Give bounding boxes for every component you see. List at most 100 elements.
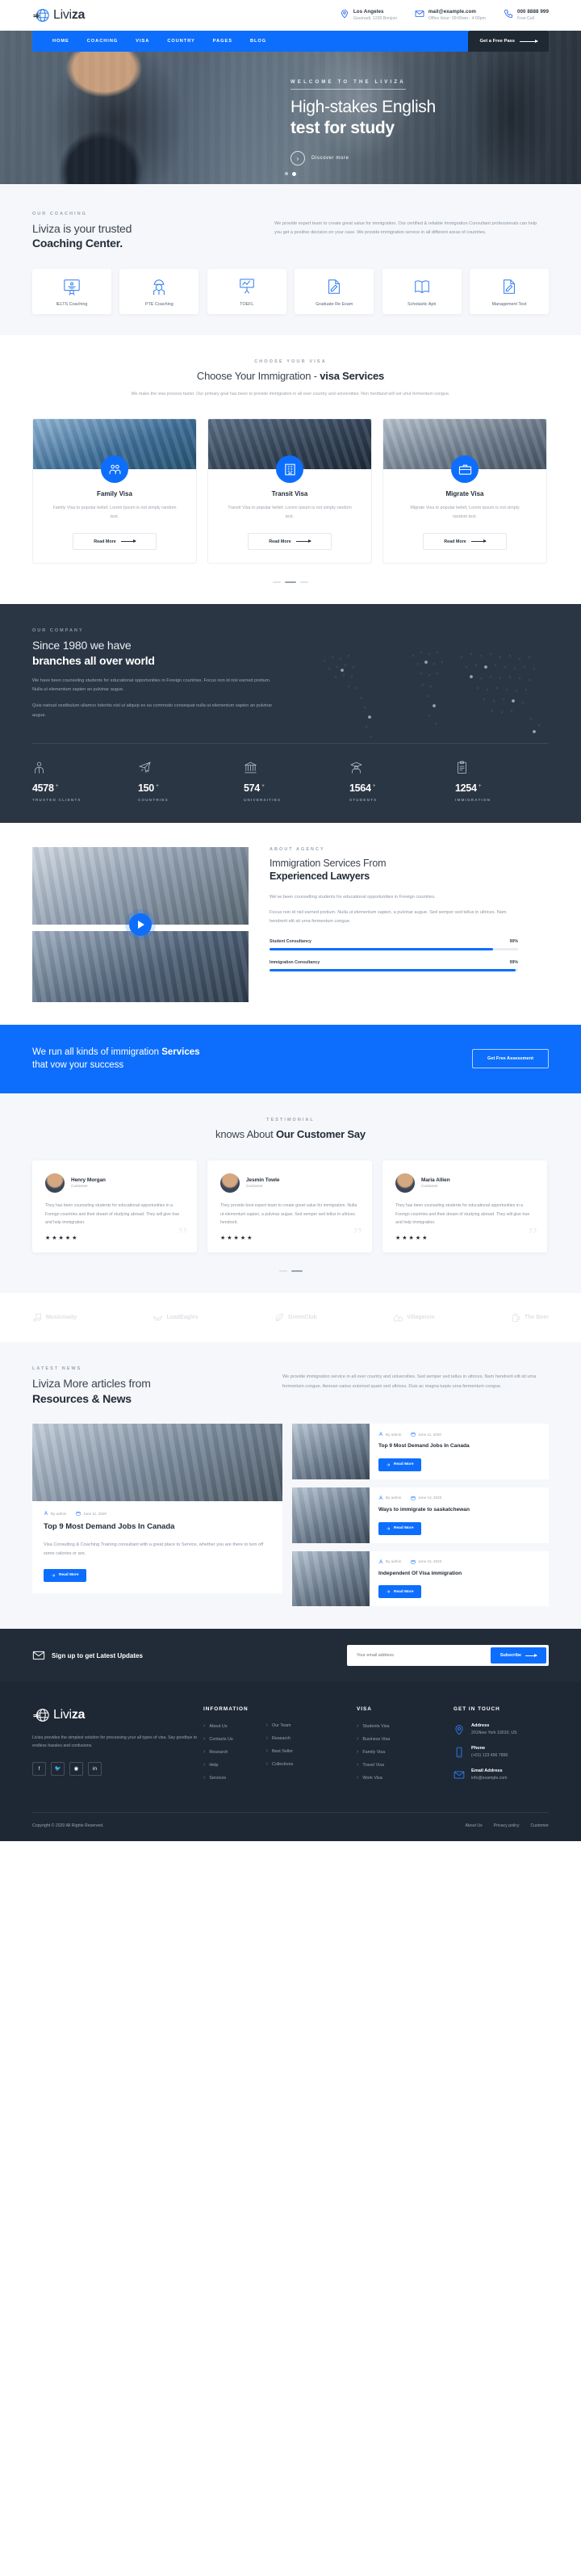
get-free-assessment-button[interactable]: Get Free Assessment <box>472 1049 549 1069</box>
topbar-location-sub: Goumadi, 1230 Bonjosi <box>353 15 397 21</box>
coaching-card-pte[interactable]: PTE Coaching <box>119 268 199 314</box>
visa-card-family[interactable]: Family Visa Family Visa to popular belie… <box>32 418 197 564</box>
coaching-title-light: Liviza is your trusted <box>32 222 132 235</box>
subscribe-email-input[interactable] <box>349 1647 491 1664</box>
news-main-text: Visa Consulting & Coaching Training cons… <box>44 1542 264 1557</box>
certificate-icon <box>64 279 80 296</box>
testimonial-card-1[interactable]: Henry Morgan Customer They has been coun… <box>32 1160 197 1253</box>
hero-title: High-stakes English test for study <box>290 97 533 138</box>
pager-dot[interactable] <box>300 581 308 584</box>
coaching-card-scholastic[interactable]: Scholastic Apti <box>382 268 462 314</box>
nav-item-coaching[interactable]: COACHING <box>78 31 127 52</box>
footer-bottom-link-customer[interactable]: Customer <box>531 1823 550 1828</box>
visa-card-transit[interactable]: Transit Visa Transit Visa to popular bel… <box>207 418 372 564</box>
get-free-pass-button[interactable]: Get a Free Pass <box>468 31 549 52</box>
footer-brand-logo[interactable]: Liviza <box>32 1706 203 1724</box>
nav-item-country[interactable]: COUNTRY <box>158 31 203 52</box>
avatar <box>395 1173 415 1194</box>
cta-banner: We run all kinds of immigration Services… <box>0 1024 581 1094</box>
coaching-card-graduate[interactable]: Graduate Re Exam <box>295 268 374 314</box>
footer-email-label: Email Address <box>471 1768 503 1774</box>
news-side-card-3[interactable]: By admin June 15, 2020 Independent Of Vi… <box>292 1550 549 1607</box>
dribbble-icon[interactable]: ◉ <box>69 1761 83 1776</box>
footer-link-family-visa[interactable]: Family Visa <box>357 1749 454 1755</box>
news-author: By admin <box>378 1432 401 1437</box>
footer-link-services[interactable]: Services <box>203 1775 249 1781</box>
news-read-more-button[interactable]: Read More <box>378 1458 421 1471</box>
brand-logo[interactable]: Liviza <box>32 6 85 24</box>
hero-dot-2[interactable] <box>292 172 296 176</box>
footer-bottom-link-about-us[interactable]: About Us <box>465 1823 482 1828</box>
video-play-button[interactable] <box>129 913 152 936</box>
visa-eyebrow: CHOOSE YOUR VISA <box>254 359 327 364</box>
footer-bottom-link-privacy[interactable]: Privacy policy <box>494 1823 520 1828</box>
news-main-card[interactable]: By admin June 11, 2020 Top 9 Most Demand… <box>32 1424 282 1606</box>
cta-title-line2: that vow your success <box>32 1060 124 1071</box>
topbar-phone[interactable]: 000 8888 999 Free Call <box>504 8 549 22</box>
news-read-more-button[interactable]: Read More <box>44 1568 86 1582</box>
twitter-icon[interactable]: 🐦 <box>51 1761 65 1776</box>
testimonial-card-2[interactable]: Jesmin Towle Customer They provide best … <box>207 1160 372 1253</box>
footer-link-research-2[interactable]: Research <box>266 1735 294 1741</box>
subscribe-button[interactable]: Subscribe <box>490 1647 546 1664</box>
pager-dot[interactable] <box>273 581 281 584</box>
footer-copyright: Copyright © 2020 All Rights Reserved. <box>32 1823 104 1829</box>
visa-card-migrate[interactable]: Migrate Visa Migrate Visa to popular bel… <box>382 418 547 564</box>
footer-link-our-team[interactable]: Our Team <box>266 1722 294 1728</box>
visa-card-read-more-button[interactable]: Read More <box>248 533 332 551</box>
partner-logo-label: GreenClub <box>288 1315 317 1321</box>
footer-link-students-visa[interactable]: Students Visa <box>357 1723 454 1729</box>
news-read-more-button[interactable]: Read More <box>378 1585 421 1599</box>
footer-link-business-visa[interactable]: Business Visa <box>357 1736 454 1742</box>
skill-value: 99% <box>509 960 518 966</box>
pager-dot-active[interactable] <box>290 1270 303 1273</box>
linkedin-icon[interactable]: in <box>88 1761 102 1776</box>
footer-link-travel-visa[interactable]: Travel Visa <box>357 1762 454 1768</box>
location-pin-icon <box>455 1725 463 1735</box>
hero-discover-button[interactable]: › Discover more <box>290 151 533 166</box>
footer-link-collections[interactable]: Collections <box>266 1761 293 1767</box>
news-eyebrow: LATEST NEWS <box>32 1366 82 1372</box>
news-read-more-button[interactable]: Read More <box>378 1521 421 1535</box>
news-side-card-2[interactable]: By admin June 13, 2020 Ways to immigrate… <box>292 1487 549 1543</box>
news-side-card-1[interactable]: By admin June 11, 2020 Top 9 Most Demand… <box>292 1424 549 1479</box>
footer-link-work-visa[interactable]: Work Visa <box>357 1775 454 1781</box>
footer-link-help[interactable]: Help <box>203 1762 249 1768</box>
play-icon <box>138 920 144 929</box>
news-meta: By admin June 11, 2020 <box>44 1511 271 1516</box>
topbar-email[interactable]: mail@example.com Office Hour: 09:00am - … <box>415 8 486 22</box>
visa-card-read-more-button[interactable]: Read More <box>423 533 507 551</box>
coaching-card-ielts[interactable]: IELTS Coaching <box>32 268 111 314</box>
arrow-right-icon <box>52 1573 56 1577</box>
hero-dot-1[interactable] <box>285 172 288 175</box>
nav-item-blog[interactable]: BLOG <box>241 31 275 52</box>
hero-banner: WELCOME TO THE LIVIZA High-stakes Englis… <box>0 31 581 184</box>
footer-link-about-us[interactable]: About Us <box>203 1723 249 1729</box>
partner-logo-label: LoadEagles <box>166 1315 199 1321</box>
coaching-card-toefl[interactable]: TOEFL <box>207 268 286 314</box>
pager-dot[interactable] <box>278 1270 287 1273</box>
pager-dot-active[interactable] <box>285 581 296 584</box>
partner-logo-greenclub: GreenClub <box>274 1312 317 1323</box>
testimonial-card-3[interactable]: Maria Allien Customer They has been coun… <box>382 1160 547 1253</box>
footer-visa-column: VISA Students Visa Business Visa Family … <box>357 1706 454 1791</box>
coaching-card-management[interactable]: Management Test <box>469 268 549 314</box>
calendar-icon <box>411 1433 416 1437</box>
arrow-right-icon <box>295 539 311 543</box>
news-paragraph: We provide immigration service in all ov… <box>282 1374 537 1389</box>
partner-logo-loadeagles: LoadEagles <box>153 1312 199 1323</box>
topbar-phone-sub: Free Call <box>516 15 534 21</box>
topbar-location[interactable]: Los Angeles Goumadi, 1230 Bonjosi <box>340 8 397 22</box>
subscribe-form: Subscribe <box>347 1645 549 1667</box>
visa-services-section: CHOOSE YOUR VISA Choose Your Immigration… <box>0 334 581 605</box>
visa-card-read-more-button[interactable]: Read More <box>73 533 157 551</box>
user-icon <box>378 1559 383 1563</box>
nav-item-pages[interactable]: PAGES <box>204 31 241 52</box>
footer-link-research[interactable]: Research <box>203 1749 249 1755</box>
facebook-icon[interactable]: f <box>32 1761 46 1776</box>
footer-link-contacts-us[interactable]: Contacts Us <box>203 1736 249 1742</box>
nav-item-visa[interactable]: VISA <box>127 31 158 52</box>
footer-link-best-seller[interactable]: Best Seller <box>266 1748 294 1754</box>
nav-item-home[interactable]: HOME <box>44 31 78 52</box>
skill-bar-student-consultancy: Student Consultancy 90% <box>270 939 518 951</box>
